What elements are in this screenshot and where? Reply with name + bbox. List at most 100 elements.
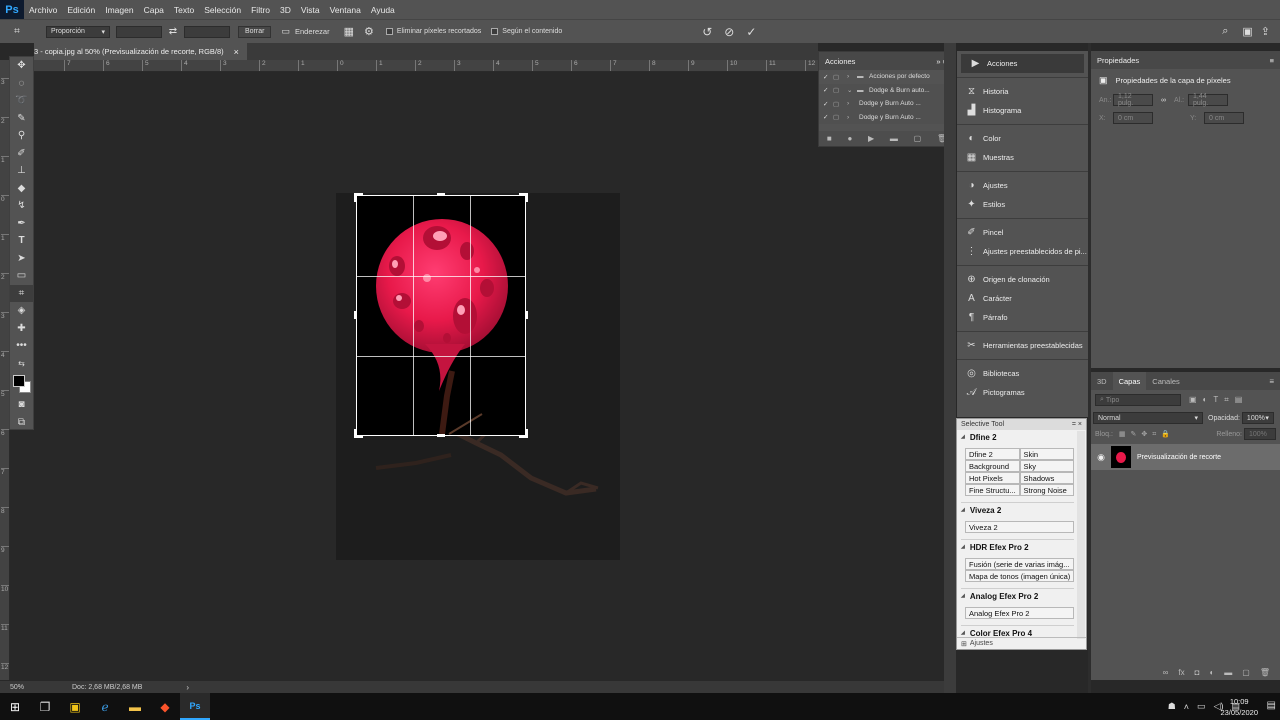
check-icon[interactable]: ✓ (823, 100, 833, 108)
selective-button[interactable]: Shadows (1019, 472, 1074, 484)
panel-button-origen-de-clonacion[interactable]: ⊕ Origen de clonación (957, 270, 1088, 289)
quick-mask-icon[interactable]: ◙ (10, 396, 33, 414)
selective-group-header[interactable]: ◢ Analog Efex Pro 2 (961, 589, 1074, 603)
selective-button[interactable]: Fusión (serie de varias imág... (965, 558, 1074, 570)
selective-group-header[interactable]: ◢ HDR Efex Pro 2 (961, 540, 1074, 554)
chevron-right-icon[interactable]: › (186, 683, 189, 692)
new-action-icon[interactable]: ▢ (914, 134, 922, 143)
action-item[interactable]: ✓ ▢ › Dodge y Burn Auto ... (819, 97, 953, 111)
width-input[interactable]: 1,12 pulg. (1113, 93, 1153, 107)
tab-3d[interactable]: 3D (1091, 372, 1113, 390)
paint-bucket-tool-icon[interactable]: ◈ (10, 302, 33, 320)
panel-button-estilos[interactable]: ✦ Estilos (957, 195, 1088, 214)
delete-cropped-checkbox[interactable]: Eliminar píxeles recortados (385, 28, 481, 35)
crop-handle[interactable] (354, 193, 363, 202)
straighten-button[interactable]: ▭ Enderezar (281, 26, 329, 37)
selective-button[interactable]: Fine Structu... (965, 484, 1020, 496)
tab-canales[interactable]: Canales (1146, 372, 1186, 390)
healing-tool-icon[interactable]: ✚ (10, 320, 33, 338)
menu-item-ayuda[interactable]: Ayuda (366, 5, 400, 15)
stamp-tool-icon[interactable]: ⊥ (10, 162, 33, 180)
panel-menu-icon[interactable]: ≡ (1269, 377, 1274, 386)
menu-item-texto[interactable]: Texto (169, 5, 199, 15)
gear-icon[interactable]: ⚙ (364, 25, 374, 38)
check-icon[interactable]: ✓ (823, 73, 833, 81)
menu-item-filtro[interactable]: Filtro (246, 5, 275, 15)
filter-icons[interactable]: ▣◐T⌗▤ (1189, 395, 1248, 405)
expand-icon[interactable]: › (847, 73, 857, 80)
height-input[interactable]: 1,44 pulg. (1188, 93, 1228, 107)
opacity-input[interactable]: 100% ▾ (1241, 412, 1274, 424)
blend-mode-select[interactable]: Normal ▾ (1093, 412, 1203, 424)
action-item[interactable]: ✓ ▢ ⌄ ▬ Dodge & Burn auto... (819, 83, 953, 97)
file-explorer-icon[interactable]: ▬ (120, 693, 150, 720)
link-icon[interactable]: ∞ (1161, 97, 1166, 104)
selective-group-header[interactable]: ◢ Viveza 2 (961, 503, 1074, 517)
fx-icon[interactable]: fx (1178, 668, 1184, 677)
layer-row[interactable]: ◉ Previsualización de recorte (1091, 444, 1280, 470)
rectangle-tool-icon[interactable]: ▭ (10, 267, 33, 285)
brush-tool-icon[interactable]: ✐ (10, 145, 33, 163)
selective-tool-scrollbar[interactable] (1077, 431, 1085, 639)
selective-button[interactable]: Background (965, 460, 1020, 472)
selective-button[interactable]: Strong Noise (1019, 484, 1074, 496)
menu-item-ventana[interactable]: Ventana (325, 5, 366, 15)
pen-tool-icon[interactable]: ✒ (10, 215, 33, 233)
commit-check-icon[interactable]: ✓ (746, 25, 756, 39)
panel-button-herramientas-preestablecidas[interactable]: ✂ Herramientas preestablecidas (957, 336, 1088, 355)
stop-icon[interactable]: ■ (827, 134, 832, 143)
expand-icon[interactable]: › (847, 114, 859, 121)
close-icon[interactable]: × (234, 47, 239, 57)
panel-button-histograma[interactable]: ▟ Histograma (957, 101, 1088, 120)
x-input[interactable]: 0 cm (1113, 112, 1153, 124)
link-layers-icon[interactable]: ∞ (1163, 668, 1169, 677)
panel-button-parrafo[interactable]: ¶ Párrafo (957, 308, 1088, 327)
menu-item-imagen[interactable]: Imagen (100, 5, 138, 15)
panel-button-caracter[interactable]: A Carácter (957, 289, 1088, 308)
group-folder-icon[interactable]: ▬ (1224, 668, 1232, 677)
dialog-toggle-icon[interactable]: ▢ (833, 113, 847, 121)
y-input[interactable]: 0 cm (1204, 112, 1244, 124)
tab-capas[interactable]: Capas (1112, 372, 1147, 390)
eye-icon[interactable]: ◉ (1091, 452, 1111, 463)
panel-button-ajustes[interactable]: ◑ Ajustes (957, 176, 1088, 195)
lasso-tool-icon[interactable]: ➰ (10, 92, 33, 110)
eraser-tool-icon[interactable]: ◆ (10, 180, 33, 198)
clear-button[interactable]: Borrar (238, 25, 272, 38)
close-icon[interactable]: = × (1072, 421, 1082, 428)
move-tool-icon[interactable]: ✥ (10, 57, 33, 75)
panel-button-acciones[interactable]: ▶ Acciones (961, 54, 1084, 73)
screen-mode-icon[interactable]: ⧉ (10, 414, 33, 432)
dialog-toggle-icon[interactable]: ▢ (833, 73, 847, 81)
chevron-up-icon[interactable]: ˄ (1184, 702, 1189, 712)
document-tab[interactable]: 3 - copia.jpg al 50% (Previsualización d… (34, 43, 247, 60)
marquee-tool-icon[interactable]: ◌ (10, 75, 33, 93)
zoom-level[interactable]: 50% (10, 684, 72, 691)
color-swatches[interactable] (10, 372, 33, 396)
more-tools-icon[interactable]: ••• (10, 337, 33, 355)
crop-handle[interactable] (354, 311, 357, 319)
selective-button[interactable]: Dfine 2 (965, 448, 1020, 460)
check-icon[interactable]: ✓ (823, 86, 833, 94)
crop-tool-icon[interactable]: ⌗ (10, 284, 33, 302)
panel-button-bibliotecas[interactable]: ◎ Bibliotecas (957, 364, 1088, 383)
crop-tool-icon[interactable]: ⌗ (0, 23, 34, 41)
selective-button[interactable]: Viveza 2 (965, 521, 1074, 533)
selective-button[interactable]: Mapa de tonos (imagen única) (965, 570, 1074, 582)
menu-item-capa[interactable]: Capa (139, 5, 169, 15)
grid-overlay-icon[interactable]: ▦ (344, 25, 354, 38)
crop-handle[interactable] (519, 429, 528, 438)
canvas-area[interactable] (11, 73, 944, 681)
folder-icon[interactable]: ▬ (890, 134, 898, 143)
trash-icon[interactable]: 🗑 (1260, 668, 1270, 677)
menu-item-selecci-n[interactable]: Selección (199, 5, 246, 15)
panel-button-muestras[interactable]: ▦ Muestras (957, 148, 1088, 167)
panel-button-pincel[interactable]: ✐ Pincel (957, 223, 1088, 242)
menu-item-edici-n[interactable]: Edición (62, 5, 100, 15)
dialog-toggle-icon[interactable]: ▢ (833, 86, 847, 94)
panel-button-pictogramas[interactable]: 𝒜 Pictogramas (957, 383, 1088, 402)
width-field[interactable] (116, 25, 162, 38)
adjustment-layer-icon[interactable]: ◐ (1209, 668, 1214, 677)
lock-icons[interactable]: ▦✎✥⌗🔒 (1119, 430, 1175, 439)
selective-button[interactable]: Hot Pixels (965, 472, 1020, 484)
